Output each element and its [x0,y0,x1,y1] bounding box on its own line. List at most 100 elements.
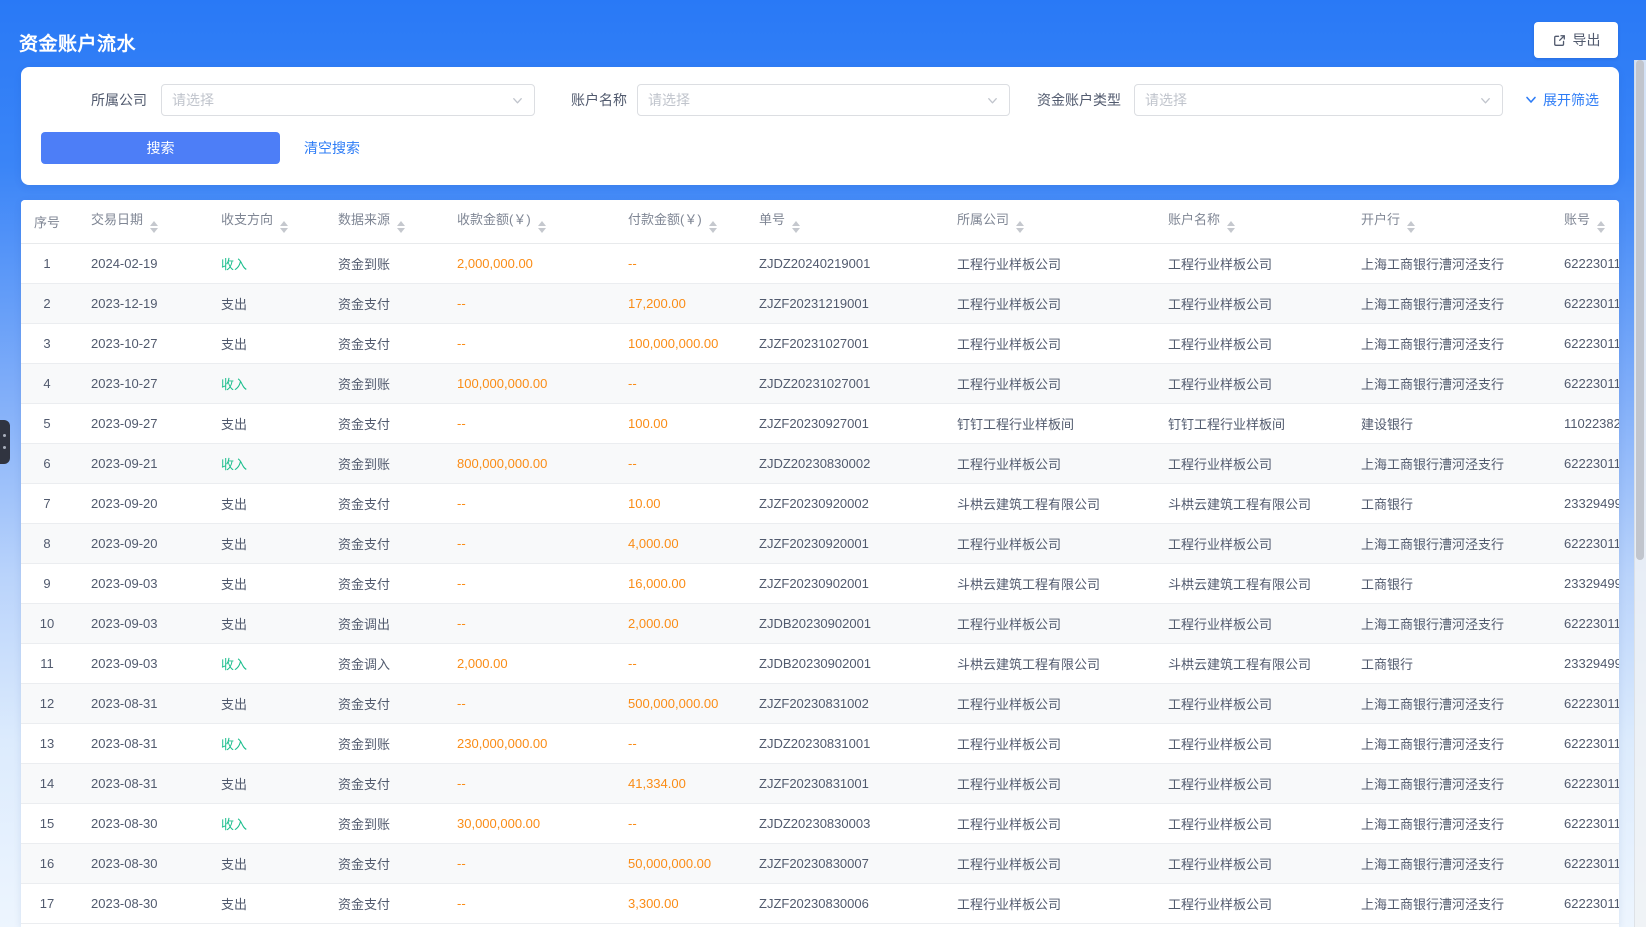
cell-date: 2023-08-30 [73,843,203,883]
column-header-2[interactable]: 收支方向 [203,200,320,243]
cell-account_no: 6222301113 [1546,363,1619,403]
table-row: 162023-08-30支出资金支付--50,000,000.00ZJZF202… [21,843,1619,883]
column-header-3[interactable]: 数据来源 [320,200,439,243]
clear-search-link[interactable]: 清空搜索 [304,132,360,164]
cell-inflow: 30,000,000.00 [439,803,610,843]
cell-order_no: ZJDB20230902001 [741,603,939,643]
sort-icon[interactable] [1016,221,1024,233]
cell-direction: 收入 [203,723,320,763]
cell-no: 16 [21,843,73,883]
vertical-scrollbar-thumb[interactable] [1636,60,1644,560]
account-type-select[interactable]: 请选择 [1134,84,1503,116]
cell-no: 5 [21,403,73,443]
cell-inflow: -- [439,563,610,603]
cell-no: 17 [21,883,73,923]
cell-date: 2023-08-30 [73,883,203,923]
cell-date: 2023-09-20 [73,483,203,523]
account-select[interactable]: 请选择 [637,84,1010,116]
cell-account: 工程行业样板公司 [1150,603,1343,643]
sort-icon[interactable] [280,221,288,233]
sort-icon[interactable] [792,221,800,233]
cell-company: 工程行业样板公司 [939,323,1150,363]
cell-inflow: -- [439,403,610,443]
cell-account: 工程行业样板公司 [1150,803,1343,843]
export-button[interactable]: 导出 [1534,22,1618,58]
column-header-9[interactable]: 开户行 [1343,200,1546,243]
cell-account: 斗栱云建筑工程有限公司 [1150,643,1343,683]
sort-icon[interactable] [709,221,717,233]
cell-account_no: 6222301113 [1546,523,1619,563]
cell-bank: 工商银行 [1343,643,1546,683]
vertical-scrollbar[interactable] [1634,60,1646,927]
cell-company: 工程行业样板公司 [939,803,1150,843]
sort-icon[interactable] [538,221,546,233]
cell-outflow: 2,000.00 [610,603,741,643]
column-header-5[interactable]: 付款金额(￥) [610,200,741,243]
cell-account_no: 2332949941 [1546,483,1619,523]
column-header-label: 交易日期 [91,212,143,227]
column-header-7[interactable]: 所属公司 [939,200,1150,243]
cell-company: 工程行业样板公司 [939,683,1150,723]
cell-account_no: 6222301113 [1546,603,1619,643]
cell-bank: 上海工商银行漕河泾支行 [1343,603,1546,643]
cell-outflow: 17,200.00 [610,283,741,323]
sort-icon[interactable] [1597,221,1605,233]
cell-outflow: 4,000.00 [610,523,741,563]
cell-direction: 支出 [203,483,320,523]
side-drawer-handle[interactable] [0,420,10,464]
cell-outflow: -- [610,243,741,283]
cell-no: 15 [21,803,73,843]
column-header-8[interactable]: 账户名称 [1150,200,1343,243]
cell-company: 工程行业样板公司 [939,603,1150,643]
column-header-label: 收款金额(￥) [457,212,531,227]
cell-account_no: 6222301113 [1546,283,1619,323]
expand-filters-link[interactable]: 展开筛选 [1524,84,1599,116]
cell-account_no: 2332949941 [1546,563,1619,603]
cell-company: 钉钉工程行业样板间 [939,403,1150,443]
cell-date: 2023-09-27 [73,403,203,443]
column-header-10[interactable]: 账号 [1546,200,1619,243]
cell-inflow: -- [439,483,610,523]
cell-order_no: ZJZF20230831002 [741,683,939,723]
cell-no: 12 [21,683,73,723]
cell-source: 资金到账 [320,243,439,283]
cell-account_no: 6222301113 [1546,723,1619,763]
cell-account_no: 1102238232 [1546,403,1619,443]
column-header-6[interactable]: 单号 [741,200,939,243]
sort-icon[interactable] [150,221,158,233]
export-button-label: 导出 [1573,30,1601,50]
cell-source: 资金支付 [320,483,439,523]
cell-company: 工程行业样板公司 [939,763,1150,803]
cell-outflow: 16,000.00 [610,563,741,603]
column-header-4[interactable]: 收款金额(￥) [439,200,610,243]
sort-icon[interactable] [397,221,405,233]
cell-direction: 收入 [203,363,320,403]
search-button[interactable]: 搜索 [41,132,280,164]
column-header-label: 账户名称 [1168,212,1220,227]
cell-date: 2023-08-31 [73,723,203,763]
cell-outflow: -- [610,363,741,403]
column-header-1[interactable]: 交易日期 [73,200,203,243]
cell-order_no: ZJDB20230902001 [741,643,939,683]
cell-bank: 上海工商银行漕河泾支行 [1343,883,1546,923]
cell-inflow: 2,000.00 [439,643,610,683]
cell-inflow: -- [439,523,610,563]
cell-no: 7 [21,483,73,523]
cell-source: 资金调出 [320,603,439,643]
cell-account_no: 6222301113 [1546,323,1619,363]
filter-row: 所属公司 请选择 账户名称 请选择 资金账户类型 请选择 展开筛选 [21,84,1619,116]
cell-order_no: ZJZF20231219001 [741,283,939,323]
column-header-label: 所属公司 [957,212,1009,227]
cell-inflow: 100,000,000.00 [439,363,610,403]
sort-icon[interactable] [1227,221,1235,233]
cell-bank: 工商银行 [1343,483,1546,523]
transactions-table-card: 序号交易日期收支方向数据来源收款金额(￥)付款金额(￥)单号所属公司账户名称开户… [21,200,1619,927]
table-row: 42023-10-27收入资金到账100,000,000.00--ZJDZ202… [21,363,1619,403]
cell-order_no: ZJZF20230927001 [741,403,939,443]
cell-direction: 支出 [203,563,320,603]
sort-icon[interactable] [1407,221,1415,233]
cell-direction: 支出 [203,283,320,323]
cell-bank: 上海工商银行漕河泾支行 [1343,523,1546,563]
cell-source: 资金支付 [320,563,439,603]
company-select[interactable]: 请选择 [161,84,535,116]
